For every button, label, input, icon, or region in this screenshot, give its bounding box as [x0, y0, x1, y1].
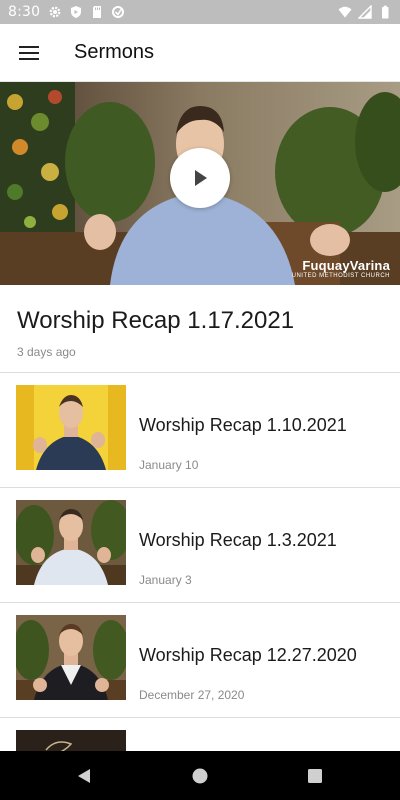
back-icon[interactable] — [76, 768, 92, 784]
shield-icon — [71, 6, 82, 18]
recents-icon[interactable] — [307, 768, 323, 784]
page-title: Sermons — [74, 41, 155, 63]
sermon-image — [16, 385, 126, 470]
sermon-thumbnail — [16, 385, 126, 470]
app-bar: Sermons — [0, 24, 400, 82]
gear-icon — [49, 6, 61, 18]
list-item[interactable]: Worship Recap 1.3.2021 January 3 — [0, 488, 400, 603]
menu-button[interactable] — [0, 24, 58, 82]
featured-title: Worship Recap 1.17.2021 — [17, 307, 295, 334]
status-icons-left — [48, 5, 125, 19]
back-button[interactable] — [74, 766, 94, 786]
list-item[interactable]: Worship Recap 1.10.2021 January 10 — [0, 373, 400, 488]
watermark-sub: UNITED METHODIST CHURCH — [291, 273, 390, 279]
status-left: 8:30 — [8, 4, 125, 20]
signal-icon — [358, 5, 372, 19]
featured-sermon[interactable]: Worship Recap 1.17.2021 3 days ago — [0, 285, 400, 373]
wifi-icon — [338, 6, 352, 18]
sermon-title: Worship Recap 1.3.2021 — [139, 530, 337, 550]
church-watermark: FuquayVarina UNITED METHODIST CHURCH — [292, 258, 390, 279]
sermon-title: Worship Recap 12.27.2020 — [139, 645, 357, 665]
sd-card-icon — [93, 6, 102, 18]
hamburger-menu-icon[interactable] — [19, 45, 39, 61]
home-icon[interactable] — [192, 768, 208, 784]
play-button[interactable] — [170, 148, 230, 208]
watermark-main: FuquayVarina — [302, 258, 390, 273]
sermon-date: December 27, 2020 — [139, 688, 245, 702]
status-right — [338, 5, 392, 19]
sermon-title: Worship Recap 1.10.2021 — [139, 415, 347, 435]
sermon-image — [16, 500, 126, 585]
play-icon[interactable] — [189, 167, 211, 189]
sermon-thumbnail — [16, 615, 126, 700]
sync-icon — [112, 6, 125, 18]
system-nav-bar — [0, 751, 400, 800]
sermon-date: January 10 — [139, 458, 199, 472]
status-time: 8:30 — [8, 4, 41, 20]
featured-date: 3 days ago — [17, 345, 76, 359]
list-item[interactable]: Worship Recap 12.27.2020 December 27, 20… — [0, 603, 400, 718]
sermon-thumbnail — [16, 500, 126, 585]
featured-video[interactable]: FuquayVarina UNITED METHODIST CHURCH — [0, 82, 400, 285]
sermon-image — [16, 615, 126, 700]
battery-icon — [382, 5, 389, 19]
status-bar: 8:30 — [0, 0, 400, 24]
home-button[interactable] — [190, 766, 210, 786]
recents-button[interactable] — [305, 766, 325, 786]
sermon-date: January 3 — [139, 573, 192, 587]
